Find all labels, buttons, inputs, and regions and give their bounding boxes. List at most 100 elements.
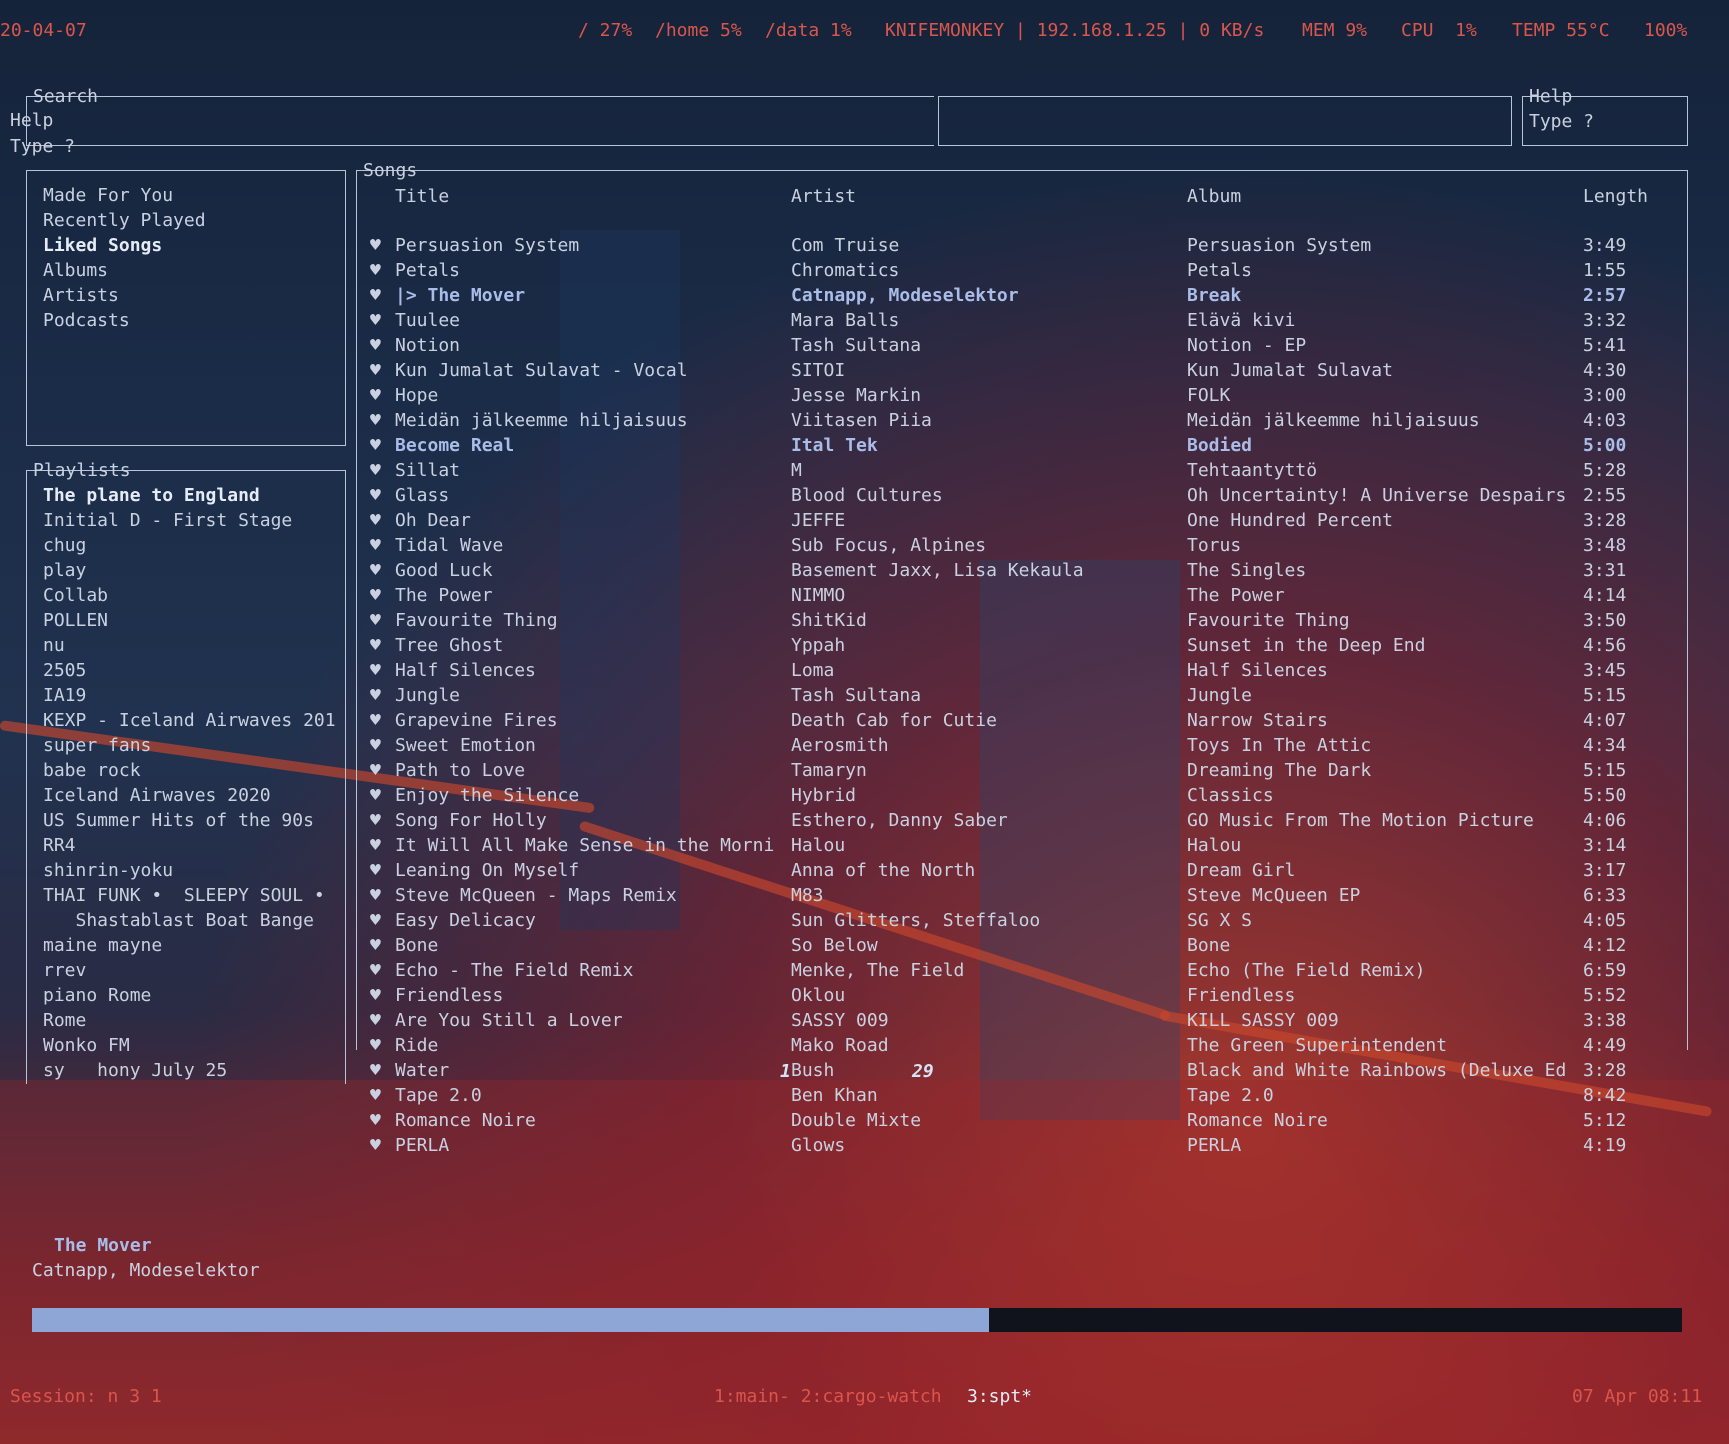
liked-heart-icon: ♥: [370, 460, 381, 481]
playlist-item[interactable]: US Summer Hits of the 90s: [43, 808, 314, 833]
playlist-item[interactable]: piano Rome: [43, 983, 151, 1008]
song-album: Torus: [1187, 535, 1242, 556]
song-row[interactable]: ♥ Tree Ghost Yppah Sunset in the Deep End 4:…: [370, 633, 1670, 658]
song-row[interactable]: ♥ Tape 2.0 Ben Khan Tape 2.0 8:42: [370, 1083, 1670, 1108]
song-row[interactable]: ♥ Kun Jumalat Sulavat - Vocal SITOI Kun Jum…: [370, 358, 1670, 383]
playlist-item[interactable]: The plane to England: [43, 483, 260, 508]
playlist-item[interactable]: Collab: [43, 583, 108, 608]
library-item[interactable]: Albums: [43, 258, 108, 283]
search-box[interactable]: Search: [26, 86, 934, 146]
library-item[interactable]: Artists: [43, 283, 119, 308]
song-artist: So Below: [791, 935, 878, 956]
library-item[interactable]: Recently Played: [43, 208, 206, 233]
song-row[interactable]: ♥ Water Bush Black and White Rainbows (Delu…: [370, 1058, 1670, 1083]
playlist-item[interactable]: sy hony July 25: [43, 1058, 227, 1083]
song-artist: Death Cab for Cutie: [791, 710, 997, 731]
song-row[interactable]: ♥ Path to Love Tamaryn Dreaming The Dark 5:1…: [370, 758, 1670, 783]
song-row[interactable]: ♥ Tuulee Mara Balls Elävä kivi 3:32: [370, 308, 1670, 333]
song-row[interactable]: ♥ Meidän jälkeemme hiljaisuus Viitasen Pii…: [370, 408, 1670, 433]
song-row[interactable]: ♥ Leaning On Myself Anna of the North Dream…: [370, 858, 1670, 883]
song-album: Jungle: [1187, 685, 1253, 706]
song-row[interactable]: ♥ Sweet Emotion Aerosmith Toys In The Attic…: [370, 733, 1670, 758]
song-row[interactable]: ♥ Friendless Oklou Friendless 5:52: [370, 983, 1670, 1008]
song-length: 5:28: [1583, 460, 1627, 481]
playlist-item[interactable]: RR4: [43, 833, 76, 858]
playlist-item[interactable]: super fans: [43, 733, 151, 758]
liked-heart-icon: ♥: [370, 660, 381, 681]
playlist-item[interactable]: play: [43, 558, 86, 583]
song-row[interactable]: ♥ Become Real Ital Tek Bodied 5:00: [370, 433, 1670, 458]
liked-heart-icon: ♥: [370, 760, 381, 781]
column-header-artist[interactable]: Artist: [791, 184, 856, 209]
song-length: 5:15: [1583, 685, 1627, 706]
song-row[interactable]: ♥ Enjoy the Silence Hybrid Classics 5:50: [370, 783, 1670, 808]
song-row[interactable]: ♥ Jungle Tash Sultana Jungle 5:15: [370, 683, 1670, 708]
song-row[interactable]: ♥ PERLA Glows PERLA 4:19: [370, 1133, 1670, 1158]
song-artist: Catnapp, Modeselektor: [791, 285, 1019, 306]
song-length: 4:19: [1583, 1135, 1627, 1156]
playlist-item[interactable]: Initial D - First Stage: [43, 508, 292, 533]
playlist-item[interactable]: Shastablast Boat Bange: [43, 908, 314, 933]
column-header-length[interactable]: Length: [1583, 184, 1648, 209]
now-playing-artist: Catnapp, Modeselektor: [32, 1260, 260, 1281]
search-input[interactable]: [938, 96, 1512, 146]
tmux-active-window[interactable]: 3:spt*: [967, 1384, 1032, 1409]
playlist-item[interactable]: POLLEN: [43, 608, 108, 633]
library-item[interactable]: Podcasts: [43, 308, 130, 333]
song-row[interactable]: ♥ It Will All Make Sense in the Morni Halo…: [370, 833, 1670, 858]
song-row[interactable]: ♥ Sillat M Tehtaantyttö 5:28: [370, 458, 1670, 483]
song-row[interactable]: ♥ Notion Tash Sultana Notion - EP 5:41: [370, 333, 1670, 358]
liked-heart-icon: ♥: [370, 910, 381, 931]
song-row[interactable]: ♥ Good Luck Basement Jaxx, Lisa Kekaula The…: [370, 558, 1670, 583]
library-item[interactable]: Liked Songs: [43, 233, 162, 258]
playlist-item[interactable]: Wonko FM: [43, 1033, 130, 1058]
song-row[interactable]: ♥ |> The Mover Catnapp, Modeselektor Break 2…: [370, 283, 1670, 308]
help-text: Type ?: [1529, 111, 1595, 132]
song-artist: Viitasen Piia: [791, 410, 932, 431]
song-row[interactable]: ♥ The Power NIMMO The Power 4:14: [370, 583, 1670, 608]
song-row[interactable]: ♥ Are You Still a Lover SASSY 009 KILL SASS…: [370, 1008, 1670, 1033]
help-box[interactable]: Help Type ?: [1522, 86, 1688, 146]
song-title: Kun Jumalat Sulavat - Vocal: [395, 360, 688, 381]
playback-progress-bar[interactable]: [32, 1308, 1682, 1332]
library-item[interactable]: Made For You: [43, 183, 173, 208]
song-artist: Ben Khan: [791, 1085, 878, 1106]
song-row[interactable]: ♥ Hope Jesse Markin FOLK 3:00: [370, 383, 1670, 408]
song-row[interactable]: ♥ Grapevine Fires Death Cab for Cutie Narro…: [370, 708, 1670, 733]
song-album: Half Silences: [1187, 660, 1328, 681]
song-length: 5:50: [1583, 785, 1627, 806]
song-row[interactable]: ♥ Petals Chromatics Petals 1:55: [370, 258, 1670, 283]
song-length: 4:34: [1583, 735, 1627, 756]
song-row[interactable]: ♥ Half Silences Loma Half Silences 3:45: [370, 658, 1670, 683]
playlist-item[interactable]: THAI FUNK • SLEEPY SOUL •: [43, 883, 325, 908]
playlist-item[interactable]: babe rock: [43, 758, 141, 783]
playlist-item[interactable]: chug: [43, 533, 86, 558]
song-row[interactable]: ♥ Oh Dear JEFFE One Hundred Percent 3:28: [370, 508, 1670, 533]
liked-heart-icon: ♥: [370, 1110, 381, 1131]
song-row[interactable]: ♥ Favourite Thing ShitKid Favourite Thing 3:…: [370, 608, 1670, 633]
song-row[interactable]: ♥ Bone So Below Bone 4:12: [370, 933, 1670, 958]
song-row[interactable]: ♥ Easy Delicacy Sun Glitters, Steffaloo SG …: [370, 908, 1670, 933]
column-header-album[interactable]: Album: [1187, 184, 1241, 209]
playlist-item[interactable]: shinrin-yoku: [43, 858, 173, 883]
playlist-item[interactable]: Iceland Airwaves 2020: [43, 783, 271, 808]
song-row[interactable]: ♥ Tidal Wave Sub Focus, Alpines Torus 3:48: [370, 533, 1670, 558]
playlist-item[interactable]: Rome: [43, 1008, 86, 1033]
song-row[interactable]: ♥ Glass Blood Cultures Oh Uncertainty! A Un…: [370, 483, 1670, 508]
playlist-item[interactable]: 2505: [43, 658, 86, 683]
song-row[interactable]: ♥ Steve McQueen - Maps Remix M83 Steve McQu…: [370, 883, 1670, 908]
column-header-title[interactable]: Title: [395, 184, 449, 209]
tmux-windows[interactable]: 1:main- 2:cargo-watch: [714, 1384, 942, 1409]
song-row[interactable]: ♥ Song For Holly Esthero, Danny Saber GO Mu…: [370, 808, 1670, 833]
song-row[interactable]: ♥ Romance Noire Double Mixte Romance Noire 5…: [370, 1108, 1670, 1133]
playlist-item[interactable]: rrev: [43, 958, 86, 983]
song-row[interactable]: ♥ Persuasion System Com Truise Persuasion S…: [370, 233, 1670, 258]
song-artist: Basement Jaxx, Lisa Kekaula: [791, 560, 1084, 581]
playlist-item[interactable]: IA19: [43, 683, 86, 708]
song-row[interactable]: ♥ Echo - The Field Remix Menke, The Field E…: [370, 958, 1670, 983]
playlist-item[interactable]: maine mayne: [43, 933, 162, 958]
playlist-item[interactable]: KEXP - Iceland Airwaves 201: [43, 708, 336, 733]
song-artist: ShitKid: [791, 610, 867, 631]
playlist-item[interactable]: nu: [43, 633, 65, 658]
song-row[interactable]: ♥ Ride Mako Road The Green Superintendent 4:…: [370, 1033, 1670, 1058]
